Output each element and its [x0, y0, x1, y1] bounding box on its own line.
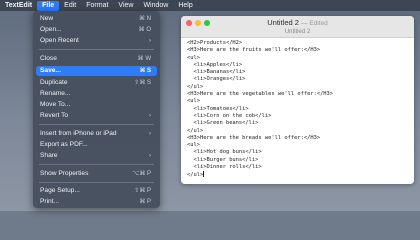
menu-app-textedit[interactable]: TextEdit [0, 0, 37, 11]
menu-separator [39, 124, 154, 125]
editor-line[interactable]: <H2>Products</H2> [187, 40, 333, 47]
editor-line[interactable]: <li>Tomatoes</li> [187, 106, 333, 113]
menu-item-new[interactable]: New ⌘ N [36, 14, 157, 24]
menu-file[interactable]: File [37, 0, 60, 11]
menu-item-show-properties-shortcut: ⌥⌘ P [132, 171, 151, 177]
editor-line[interactable]: <li>Dinner rolls</li> [187, 164, 333, 171]
window-title-status: — Edited [301, 20, 328, 27]
menu-bar: TextEdit File Edit Format View Window He… [0, 0, 420, 11]
editor-line[interactable]: <li>Apples</li> [187, 62, 333, 69]
menu-separator [39, 164, 154, 165]
chevron-right-icon: › [149, 153, 151, 159]
menu-help[interactable]: Help [173, 0, 197, 11]
menu-edit[interactable]: Edit [59, 0, 81, 11]
menu-item-print-shortcut: ⌘ P [139, 199, 151, 205]
menu-item-save-label: Save... [40, 67, 61, 74]
editor-line[interactable]: </ul> [187, 84, 333, 91]
menu-separator [39, 49, 154, 50]
menu-item-print[interactable]: Print... ⌘ P [36, 197, 157, 207]
menu-item-duplicate-shortcut: ⇧⌘ S [134, 80, 151, 86]
editor-line[interactable]: <ul> [187, 142, 333, 149]
editor-line[interactable]: <H3>Here are the breads we'll offer:</H3… [187, 135, 333, 142]
editor-line[interactable]: <ul> [187, 98, 333, 105]
editor-line[interactable]: <li>Bananas</li> [187, 69, 333, 76]
editor-line[interactable]: <ul> [187, 55, 333, 62]
document-label: Untitled 2 [284, 29, 311, 35]
menu-item-close[interactable]: Close ⌘ W [36, 54, 157, 64]
menu-item-show-properties[interactable]: Show Properties ⌥⌘ P [36, 169, 157, 179]
textedit-window: Untitled 2 — Edited Untitled 2 <H2>Produ… [181, 16, 414, 184]
editor-line[interactable]: <li>Burger buns</li> [187, 157, 333, 164]
menu-item-open-shortcut: ⌘ O [138, 27, 151, 33]
chevron-right-icon: › [149, 38, 151, 44]
menu-item-save-shortcut: ⌘ S [139, 68, 151, 74]
menu-item-save[interactable]: Save... ⌘ S [36, 66, 157, 76]
window-title: Untitled 2 — Edited [181, 18, 414, 27]
menu-item-export-pdf[interactable]: Export as PDF... [36, 140, 157, 150]
menu-item-duplicate[interactable]: Duplicate ⇧⌘ S [36, 78, 157, 88]
window-titlebar[interactable]: Untitled 2 — Edited Untitled 2 [181, 16, 414, 38]
menu-item-rename-label: Rename... [40, 90, 71, 97]
menu-item-page-setup[interactable]: Page Setup... ⇧⌘ P [36, 186, 157, 196]
menu-item-duplicate-label: Duplicate [40, 79, 68, 86]
menu-item-revert-to-label: Revert To [40, 112, 69, 119]
editor-line[interactable]: <H3>Here are the vegetables we'll offer:… [187, 91, 333, 98]
menu-item-open-recent[interactable]: Open Recent › [36, 36, 157, 46]
menu-item-open[interactable]: Open... ⌘ O [36, 25, 157, 35]
menu-item-new-label: New [40, 15, 54, 22]
editor-line[interactable]: </ul> [187, 128, 333, 135]
menu-item-move-to[interactable]: Move To... [36, 100, 157, 110]
editor-line[interactable]: <li>Corn on the cob</li> [187, 113, 333, 120]
menu-item-close-label: Close [40, 55, 57, 62]
menu-item-open-recent-label: Open Recent [40, 37, 79, 44]
menu-item-share-label: Share [40, 152, 58, 159]
menu-item-share[interactable]: Share › [36, 151, 157, 161]
menu-separator [39, 182, 154, 183]
menu-item-print-label: Print... [40, 198, 60, 205]
menu-item-insert-from-iphone[interactable]: Insert from iPhone or iPad › [36, 129, 157, 139]
menu-item-new-shortcut: ⌘ N [139, 16, 151, 22]
menu-item-page-setup-shortcut: ⇧⌘ P [134, 188, 151, 194]
editor-line[interactable]: <li>Green beans</li> [187, 120, 333, 127]
menu-item-open-label: Open... [40, 26, 62, 33]
window-title-text: Untitled 2 [267, 18, 299, 27]
chevron-right-icon: › [149, 113, 151, 119]
menu-window[interactable]: Window [138, 0, 173, 11]
menu-item-page-setup-label: Page Setup... [40, 187, 80, 194]
text-caret [203, 171, 205, 178]
menu-view[interactable]: View [113, 0, 138, 11]
menu-item-move-to-label: Move To... [40, 101, 71, 108]
menu-item-export-pdf-label: Export as PDF... [40, 141, 88, 148]
menu-item-insert-from-label: Insert from iPhone or iPad [40, 130, 117, 137]
menu-item-show-properties-label: Show Properties [40, 170, 89, 177]
text-editor[interactable]: <H2>Products</H2> <H3>Here are the fruits… [181, 38, 414, 184]
editor-line[interactable]: </ul> [187, 171, 333, 179]
menu-item-revert-to[interactable]: Revert To › [36, 111, 157, 121]
menu-format[interactable]: Format [81, 0, 113, 11]
editor-line[interactable]: <li>Hot dog buns</li> [187, 149, 333, 156]
file-menu: New ⌘ N Open... ⌘ O Open Recent › Close … [33, 11, 160, 208]
menu-item-rename[interactable]: Rename... [36, 89, 157, 99]
chevron-right-icon: › [149, 131, 151, 137]
editor-line[interactable]: <H3>Here are the fruits we'll offer:</H3… [187, 47, 333, 54]
editor-line[interactable]: <li>Oranges</li> [187, 76, 333, 83]
editor-content[interactable]: <H2>Products</H2> <H3>Here are the fruits… [187, 40, 333, 180]
menu-item-close-shortcut: ⌘ W [137, 56, 151, 62]
